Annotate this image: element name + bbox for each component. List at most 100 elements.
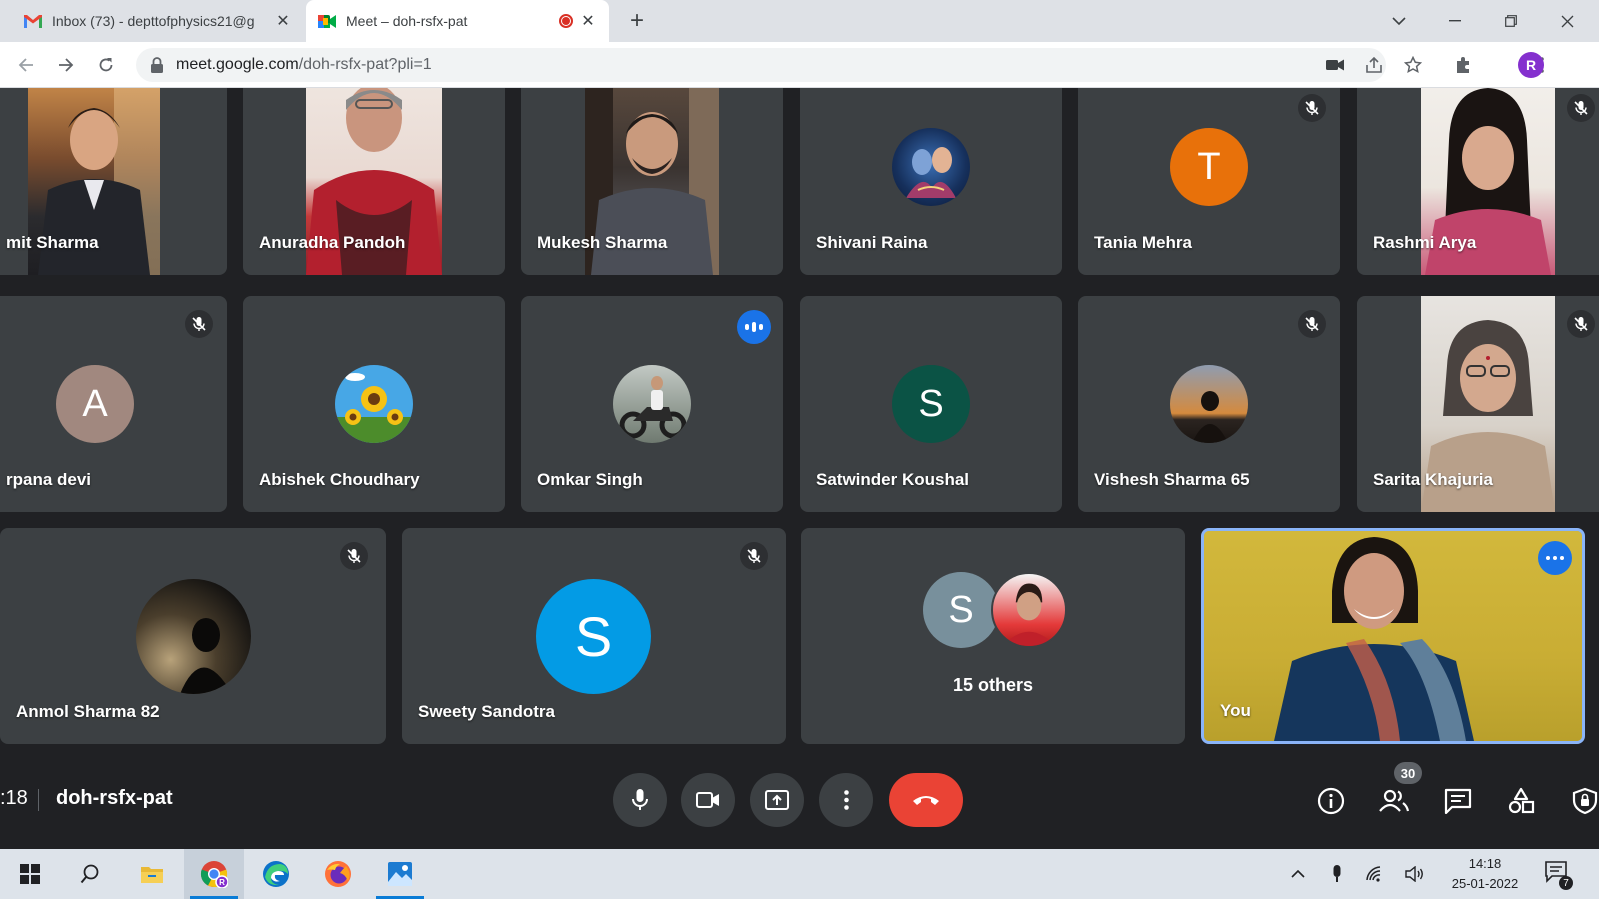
firefox-icon[interactable] [308, 849, 368, 899]
profile-avatar[interactable]: R [1518, 52, 1544, 78]
tab-gmail[interactable]: Inbox (73) - depttofphysics21@g ✕ [12, 0, 304, 42]
clock-time: 14:18 [1468, 856, 1502, 871]
chrome-taskbar-icon[interactable]: R [184, 849, 244, 899]
extensions-icon[interactable] [1448, 50, 1478, 80]
participant-name: Sarita Khajuria [1373, 470, 1493, 489]
participant-avatar-image [1170, 365, 1248, 443]
participant-name: Omkar Singh [537, 470, 643, 489]
url-host: meet.google.com [176, 56, 299, 73]
microphone-tray-icon[interactable] [1325, 862, 1349, 886]
participant-tile[interactable]: Omkar Singh [521, 296, 783, 512]
search-icon[interactable] [60, 849, 120, 899]
volume-icon[interactable] [1403, 862, 1427, 886]
bookmark-star-icon[interactable] [1398, 50, 1428, 80]
tab-title: Meet – doh-rsfx-pat [346, 13, 468, 29]
participant-avatar-letter: S [536, 579, 651, 694]
participant-tile[interactable]: Abishek Choudhary [243, 296, 505, 512]
address-bar[interactable]: meet.google.com/doh-rsfx-pat?pli=1 [136, 48, 1386, 82]
notification-count: 7 [1559, 876, 1573, 890]
chat-icon[interactable] [1438, 781, 1478, 821]
svg-text:R: R [219, 878, 225, 887]
participant-name: Shivani Raina [816, 233, 928, 252]
participant-name: Vishesh Sharma 65 [1094, 470, 1250, 489]
wifi-icon[interactable] [1364, 862, 1388, 886]
participant-name: rpana devi [6, 470, 92, 489]
participant-name: Anmol Sharma 82 [16, 702, 160, 721]
participant-name: mit Sharma [6, 233, 99, 252]
meeting-code: doh-rsfx-pat [56, 787, 173, 809]
tab-search-icon[interactable] [1371, 0, 1427, 42]
browser-tab-strip: Inbox (73) - depttofphysics21@g ✕ Meet –… [0, 0, 1599, 42]
participant-name: Sweety Sandotra [418, 702, 555, 721]
windows-start-icon[interactable] [0, 849, 60, 899]
mic-off-icon [740, 542, 768, 570]
participant-name: Mukesh Sharma [537, 233, 668, 252]
more-options-button[interactable] [819, 773, 873, 827]
host-controls-icon[interactable] [1565, 781, 1599, 821]
participant-name: Rashmi Arya [1373, 233, 1477, 252]
participant-name: Anuradha Pandoh [259, 233, 406, 252]
camera-in-use-icon[interactable] [1320, 50, 1350, 80]
tab-meet[interactable]: Meet – doh-rsfx-pat ✕ [306, 0, 609, 42]
people-icon[interactable] [1374, 781, 1414, 821]
participant-name: Satwinder Koushal [816, 470, 970, 489]
participant-avatar-letter: S [892, 365, 970, 443]
mic-off-icon [185, 310, 213, 338]
meet-participant-grid: mit Sharma Anuradha Pandoh Mukesh Sharma… [0, 88, 1599, 849]
edge-icon[interactable] [246, 849, 306, 899]
participant-tile[interactable]: Vishesh Sharma 65 [1078, 296, 1340, 512]
mic-button[interactable] [613, 773, 667, 827]
activities-icon[interactable] [1501, 781, 1541, 821]
meet-icon [318, 12, 336, 30]
participant-tile[interactable]: Mukesh Sharma [521, 88, 783, 275]
participant-avatar-image [613, 365, 691, 443]
participant-tile[interactable]: S Satwinder Koushal [800, 296, 1062, 512]
others-count-label: 15 others [952, 675, 1034, 695]
restore-icon[interactable] [1483, 0, 1539, 42]
back-icon[interactable] [12, 51, 40, 79]
chevron-up-icon[interactable] [1286, 862, 1310, 886]
gmail-icon [24, 12, 42, 30]
recording-icon [559, 14, 573, 28]
meeting-details-icon[interactable] [1311, 781, 1351, 821]
mic-off-icon [1298, 310, 1326, 338]
participant-tile[interactable]: Anmol Sharma 82 [0, 528, 386, 744]
minimize-icon[interactable] [1427, 0, 1483, 42]
participant-tile[interactable]: Sarita Khajuria [1357, 296, 1599, 512]
file-explorer-icon[interactable] [122, 849, 182, 899]
new-tab-button[interactable]: + [624, 8, 650, 34]
people-count-badge: 30 [1394, 762, 1422, 784]
participant-tile[interactable]: Shivani Raina [800, 88, 1062, 275]
others-avatar-letter: S [923, 572, 999, 648]
mic-off-icon [340, 542, 368, 570]
mic-off-icon [1298, 94, 1326, 122]
others-tile[interactable]: S 15 others [801, 528, 1185, 744]
url-path: /doh-rsfx-pat?pli=1 [298, 56, 432, 73]
leave-call-button[interactable] [889, 773, 963, 827]
participant-tile[interactable]: T Tania Mehra [1078, 88, 1340, 275]
close-icon[interactable]: ✕ [274, 12, 292, 30]
forward-icon[interactable] [52, 51, 80, 79]
camera-button[interactable] [681, 773, 735, 827]
present-screen-button[interactable] [750, 773, 804, 827]
taskbar-clock[interactable]: 14:18 25-01-2022 [1440, 854, 1530, 894]
participant-tile[interactable]: A rpana devi [0, 296, 227, 512]
close-window-icon[interactable] [1539, 0, 1595, 42]
self-tile[interactable]: You [1201, 528, 1585, 744]
share-icon[interactable] [1359, 50, 1389, 80]
speaking-indicator-icon [737, 310, 771, 344]
participant-tile[interactable]: S Sweety Sandotra [402, 528, 786, 744]
windows-taskbar: R 14:18 25-01-2022 7 [0, 849, 1599, 899]
reload-icon[interactable] [92, 51, 120, 79]
participant-avatar-letter: A [56, 365, 134, 443]
participant-tile[interactable]: mit Sharma [0, 88, 227, 275]
participant-avatar-image [892, 128, 970, 206]
self-more-options-button[interactable] [1538, 541, 1572, 575]
meet-control-bar: :18 doh-rsfx-pat 30 [0, 759, 1599, 849]
lock-icon [151, 57, 163, 73]
participant-tile[interactable]: Rashmi Arya [1357, 88, 1599, 275]
participant-tile[interactable]: Anuradha Pandoh [243, 88, 505, 275]
photos-icon[interactable] [370, 849, 430, 899]
close-icon[interactable]: ✕ [579, 12, 597, 30]
meeting-time: :18 [0, 787, 28, 809]
